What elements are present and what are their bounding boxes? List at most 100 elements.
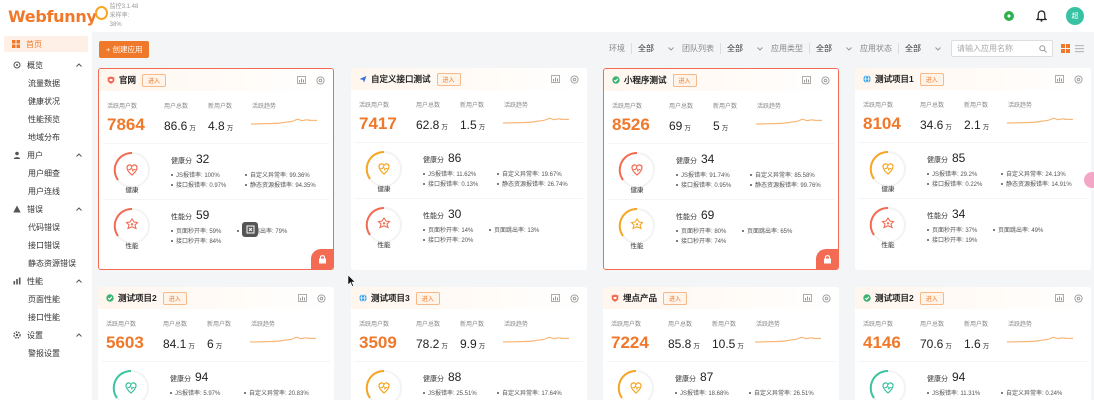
health-section: 健康 健康分 32 JS报错率: 100% 自定义异常率: 99.36% 接口报… bbox=[103, 143, 329, 199]
sidebar-group-2[interactable]: 错误 bbox=[0, 200, 92, 218]
settings-icon[interactable] bbox=[1074, 293, 1083, 303]
chart-icon[interactable] bbox=[551, 294, 560, 302]
shield-icon bbox=[611, 294, 619, 302]
enter-button[interactable]: 进入 bbox=[919, 291, 944, 305]
sidebar-item[interactable]: 流量数据 bbox=[0, 74, 92, 92]
filter-value: 全部 bbox=[638, 44, 654, 53]
settings-icon[interactable] bbox=[316, 75, 325, 85]
settings-icon[interactable] bbox=[821, 75, 830, 85]
app-card[interactable]: 小程序测试 进入 活跃用户数 用户总数 新用户数 活跃趋势 8526 69 万 5… bbox=[603, 68, 839, 270]
home-icon bbox=[12, 40, 20, 48]
active-users-label: 活跃用户数 bbox=[612, 104, 643, 110]
search-input[interactable]: 请输入应用名称 bbox=[951, 40, 1053, 57]
active-users-label: 活跃用户数 bbox=[107, 104, 138, 110]
enter-button[interactable]: 进入 bbox=[436, 72, 461, 86]
chart-icon[interactable] bbox=[1055, 294, 1064, 302]
sidebar-item[interactable]: 代码错误 bbox=[0, 218, 92, 236]
lock-icon[interactable] bbox=[816, 249, 838, 269]
trend-label: 活跃趋势 bbox=[504, 322, 529, 328]
card-header: 测试项目2 进入 bbox=[855, 287, 1091, 309]
enter-button[interactable]: 进入 bbox=[162, 291, 187, 305]
status-icon[interactable] bbox=[1002, 9, 1016, 23]
tooltip-trigger-icon[interactable] bbox=[242, 222, 258, 237]
unit-label: 万 bbox=[478, 124, 486, 131]
sidebar-item[interactable]: 警报设置 bbox=[0, 344, 92, 362]
sidebar-item-home[interactable]: 首页 bbox=[4, 36, 88, 52]
app-card[interactable]: 自定义接口测试 进入 活跃用户数 用户总数 新用户数 活跃趋势 7417 62.… bbox=[351, 68, 587, 270]
unit-label: 万 bbox=[737, 343, 744, 350]
card-header: 官网 进入 bbox=[99, 69, 333, 91]
health-section: 健康 健康分 94 JS报错率: 11.31% 自定义异常率: 0.24% bbox=[859, 361, 1087, 400]
enter-button[interactable]: 进入 bbox=[672, 73, 697, 87]
chart-icon[interactable] bbox=[1055, 75, 1064, 83]
sidebar-group-1[interactable]: 用户 bbox=[0, 146, 92, 164]
settings-icon[interactable] bbox=[1074, 74, 1083, 84]
performance-score-value: 34 bbox=[952, 207, 966, 221]
filter-select[interactable]: 应用类型 全部 bbox=[771, 43, 852, 54]
app-card[interactable]: 官网 进入 活跃用户数 用户总数 新用户数 活跃趋势 7864 86.6 万 4.… bbox=[98, 68, 334, 270]
settings-icon[interactable] bbox=[317, 293, 326, 303]
sidebar-item[interactable]: 性能预览 bbox=[0, 110, 92, 128]
performance-section: 性能 性能分 34 页面秒开率: 37% 页面跳出率: 49% 接口秒开率: 1… bbox=[859, 198, 1087, 260]
mouse-cursor-icon bbox=[347, 274, 356, 289]
filter-select[interactable]: 应用状态 全部 bbox=[860, 43, 941, 54]
avatar[interactable]: 超 bbox=[1066, 7, 1084, 25]
enter-button[interactable]: 进入 bbox=[142, 73, 167, 87]
sidebar-item[interactable]: 接口性能 bbox=[0, 308, 92, 326]
unit-label: 万 bbox=[226, 125, 234, 132]
sidebar-item[interactable]: 用户细查 bbox=[0, 164, 92, 182]
performance-icon bbox=[13, 277, 21, 285]
shield-icon bbox=[107, 76, 115, 84]
js-error-rate: JS报错率: 25.51% bbox=[423, 388, 477, 397]
filter-value: 全部 bbox=[816, 44, 832, 53]
app-card[interactable]: 测试项目2 进入 活跃用户数 用户总数 新用户数 活跃趋势 4146 70.6 万… bbox=[855, 287, 1091, 400]
globe-icon bbox=[863, 75, 871, 83]
app-card[interactable]: 测试项目2 进入 活跃用户数 用户总数 新用户数 活跃趋势 5603 84.1 万… bbox=[98, 287, 334, 400]
app-card[interactable]: 测试项目1 进入 活跃用户数 用户总数 新用户数 活跃趋势 8104 34.6 万… bbox=[855, 68, 1091, 270]
chart-icon[interactable] bbox=[551, 75, 560, 83]
list-view-icon[interactable] bbox=[1075, 44, 1084, 53]
sidebar-item[interactable]: 接口错误 bbox=[0, 236, 92, 254]
sidebar-group-4[interactable]: 设置 bbox=[0, 326, 92, 344]
create-app-button[interactable]: + 创建应用 bbox=[99, 40, 150, 58]
app-card[interactable]: 埋点产品 进入 活跃用户数 用户总数 新用户数 活跃趋势 7224 85.8 万 … bbox=[603, 287, 839, 400]
app-name: 测试项目1 bbox=[875, 74, 914, 84]
card-header: 测试项目3 进入 bbox=[351, 287, 587, 309]
unit-label: 万 bbox=[189, 125, 196, 132]
bell-icon[interactable] bbox=[1034, 9, 1048, 23]
unit-label: 万 bbox=[684, 125, 691, 132]
sidebar-group-3[interactable]: 性能 bbox=[0, 272, 92, 290]
sidebar: 首页 概览 流量数据 健康状况 性能预览 地域分布 用户 用户细查 用户连线 错误 代码… bbox=[0, 32, 92, 400]
enter-button[interactable]: 进入 bbox=[919, 72, 944, 86]
chart-icon[interactable] bbox=[803, 294, 812, 302]
new-users-label: 新用户数 bbox=[208, 104, 233, 110]
floating-helper-icon[interactable] bbox=[1084, 172, 1094, 188]
enter-button[interactable]: 进入 bbox=[415, 291, 440, 305]
settings-icon[interactable] bbox=[570, 74, 579, 84]
health-score-label: 健康分 bbox=[675, 376, 696, 383]
logo[interactable]: Webfunny 监控3.1.48 采样率: 38% bbox=[0, 3, 140, 30]
sidebar-item[interactable]: 静态资源错误 bbox=[0, 254, 92, 272]
sidebar-item[interactable]: 健康状况 bbox=[0, 92, 92, 110]
page-bounce-rate: 页面跳出率: 65% bbox=[742, 226, 792, 235]
sidebar-item-label: 首页 bbox=[26, 39, 42, 49]
filter-select[interactable]: 团队列表 全部 bbox=[682, 43, 763, 54]
sidebar-item[interactable]: 用户连线 bbox=[0, 182, 92, 200]
sidebar-item[interactable]: 地域分布 bbox=[0, 128, 92, 146]
chart-icon[interactable] bbox=[298, 294, 307, 302]
chart-icon[interactable] bbox=[802, 76, 811, 84]
chevron-up-icon bbox=[76, 279, 82, 283]
lock-icon[interactable] bbox=[311, 249, 333, 269]
active-users-value: 7864 bbox=[107, 115, 145, 134]
performance-label: 性能 bbox=[125, 243, 139, 250]
grid-view-icon[interactable] bbox=[1061, 44, 1070, 53]
settings-icon[interactable] bbox=[570, 293, 579, 303]
sidebar-item[interactable]: 页面性能 bbox=[0, 290, 92, 308]
stats-row: 活跃用户数 用户总数 新用户数 活跃趋势 7417 62.8 万 1.5 万 bbox=[351, 90, 587, 142]
app-card[interactable]: 测试项目3 进入 活跃用户数 用户总数 新用户数 活跃趋势 3509 78.2 万… bbox=[351, 287, 587, 400]
filter-select[interactable]: 环境 全部 bbox=[609, 43, 674, 54]
enter-button[interactable]: 进入 bbox=[663, 291, 688, 305]
settings-icon[interactable] bbox=[822, 293, 831, 303]
sidebar-group-0[interactable]: 概览 bbox=[0, 56, 92, 74]
chart-icon[interactable] bbox=[297, 76, 306, 84]
